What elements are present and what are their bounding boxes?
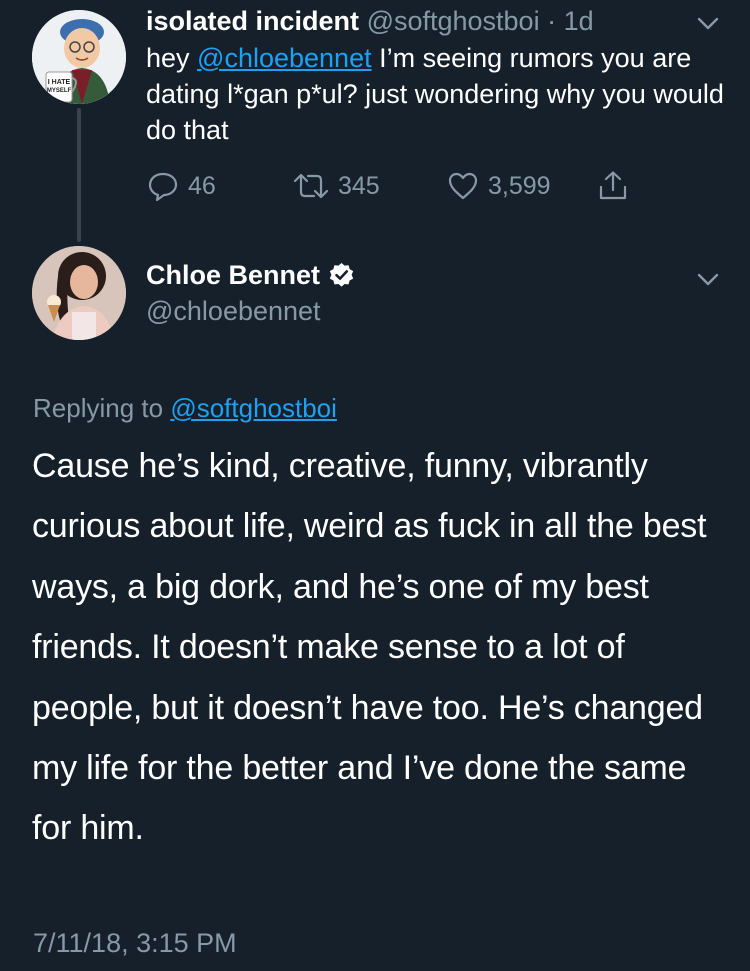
share-button[interactable] xyxy=(596,166,630,206)
tweet1-time[interactable]: 1d xyxy=(564,6,594,36)
tweet1-author-name[interactable]: isolated incident xyxy=(146,6,359,36)
tweet1-text: hey @chloebennet I’m seeing rumors you a… xyxy=(146,40,736,148)
avatar-isolated-incident[interactable]: I HATE MYSELF xyxy=(32,10,126,104)
tweet1-text-prefix: hey xyxy=(146,43,198,73)
reply-button[interactable]: 46 xyxy=(146,166,216,206)
share-icon xyxy=(599,171,627,200)
mug-text-line1: I HATE xyxy=(48,79,71,86)
tweet2-author-name-row[interactable]: Chloe Bennet xyxy=(146,258,355,292)
profile-photo-image xyxy=(32,246,126,340)
retweet-count: 345 xyxy=(338,171,380,200)
thread-connector-line xyxy=(77,108,81,242)
replying-to-link[interactable]: @softghostboi xyxy=(170,393,337,423)
tweet2-author-handle[interactable]: @chloebennet xyxy=(146,294,321,328)
retweet-icon xyxy=(293,173,329,199)
bitmoji-avatar-image: I HATE MYSELF xyxy=(32,10,126,104)
tweet1-time-separator: · xyxy=(547,6,557,36)
tweet1-action-bar: 46 345 3,599 xyxy=(146,166,666,206)
retweet-button[interactable]: 345 xyxy=(292,166,380,206)
like-button[interactable]: 3,599 xyxy=(446,166,551,206)
tweet1-header: isolated incident @softghostboi · 1d xyxy=(146,4,594,38)
replying-to-label: Replying to xyxy=(33,393,171,423)
tweet1-mention-link[interactable]: @chloebennet xyxy=(197,43,372,73)
tweet2-author-name[interactable]: Chloe Bennet xyxy=(146,258,320,292)
replying-to-line: Replying to @softghostboi xyxy=(33,391,337,425)
avatar-chloe-bennet[interactable] xyxy=(32,246,126,340)
tweet1-author-handle[interactable]: @softghostboi xyxy=(367,6,540,36)
chevron-down-icon[interactable] xyxy=(693,8,723,38)
reply-count: 46 xyxy=(188,171,216,200)
tweet2-timestamp[interactable]: 7/11/18, 3:15 PM xyxy=(33,926,237,960)
verified-badge-icon xyxy=(329,262,354,287)
like-icon xyxy=(448,172,478,200)
like-count: 3,599 xyxy=(488,171,551,200)
chevron-down-icon[interactable] xyxy=(693,264,723,294)
reply-icon xyxy=(148,172,178,202)
mug-text-line2: MYSELF xyxy=(47,88,72,94)
tweet2-text: Cause he’s kind, creative, funny, vibran… xyxy=(32,447,707,848)
